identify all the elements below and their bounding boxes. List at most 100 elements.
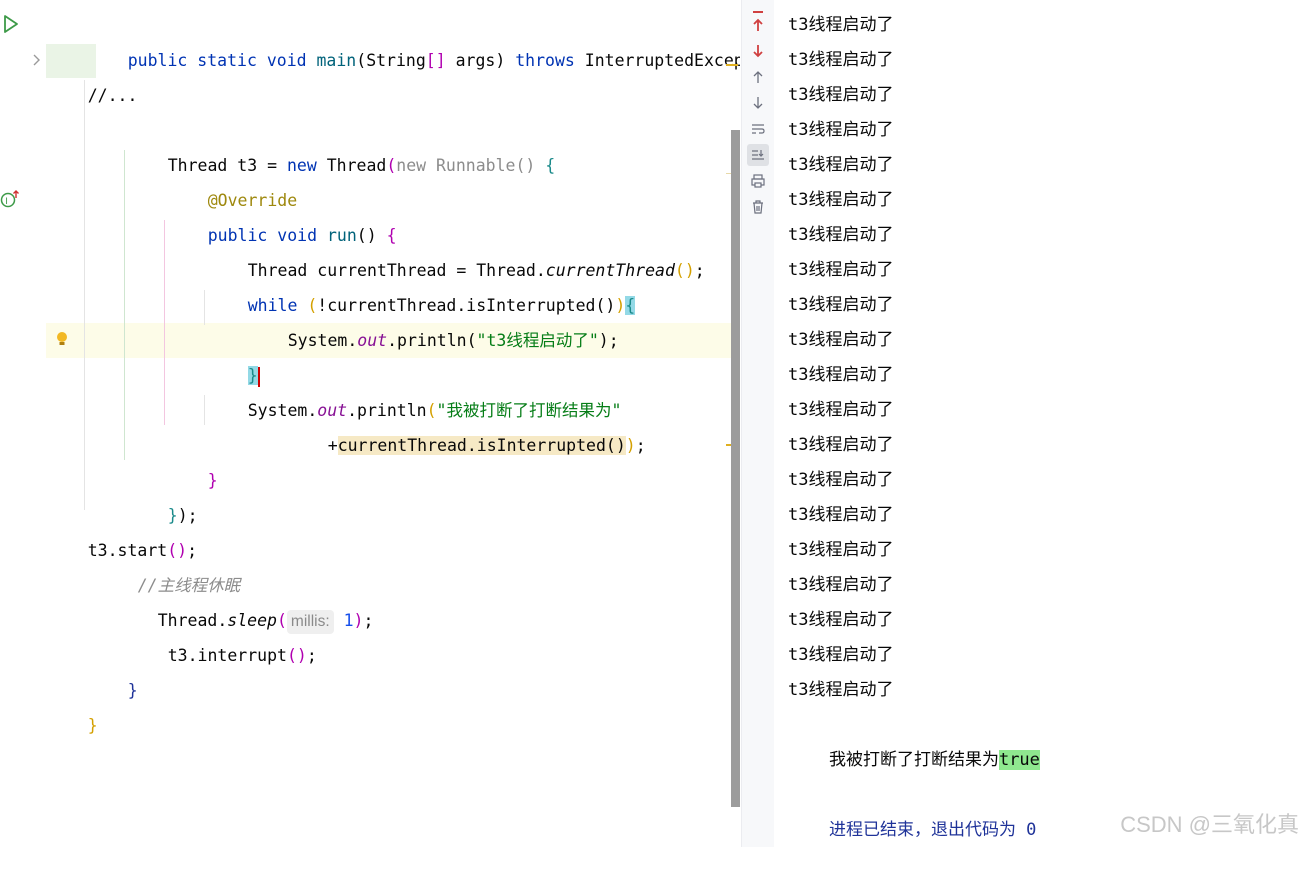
code-token: ) xyxy=(353,611,364,630)
console-line: t3线程启动了 xyxy=(788,365,894,385)
code-line-interrupt: t3.interrupt(); xyxy=(128,603,317,665)
code-token: out xyxy=(357,331,388,350)
code-line-sleep: Thread.sleep(millis: 1); xyxy=(118,568,373,634)
code-token: System. xyxy=(287,331,358,350)
console-line: t3线程启动了 xyxy=(788,190,894,210)
code-token: { xyxy=(545,156,556,175)
console-line: t3线程启动了 xyxy=(788,470,894,490)
console-line: t3线程启动了 xyxy=(788,505,894,525)
code-token: ) xyxy=(495,51,506,70)
code-token: () xyxy=(286,646,307,665)
console-line: t3线程启动了 xyxy=(788,15,894,35)
editor-scrollbar[interactable] xyxy=(731,130,740,807)
code-token: ); xyxy=(598,331,619,350)
console-line: t3线程启动了 xyxy=(788,85,894,105)
code-line-close-while: } xyxy=(208,323,260,387)
implements-icon[interactable]: I xyxy=(0,188,22,210)
indent-guide xyxy=(124,150,125,460)
code-token: .println( xyxy=(387,331,477,350)
console-line: t3线程启动了 xyxy=(788,295,894,315)
run-icon[interactable] xyxy=(2,14,20,34)
code-token: } xyxy=(87,716,98,735)
code-line-folded[interactable]: //... xyxy=(48,43,138,105)
code-token: ( xyxy=(356,51,367,70)
warning-marker[interactable] xyxy=(726,64,738,66)
code-line-close-main: } xyxy=(88,638,138,700)
indent-guide xyxy=(204,290,205,325)
console-line: t3线程启动了 xyxy=(788,680,894,700)
code-token: } xyxy=(127,681,138,700)
watermark: CSDN @三氧化真 xyxy=(1120,812,1299,837)
code-token: ; xyxy=(694,261,705,280)
code-token: args xyxy=(445,51,496,70)
code-line-start: t3.start(); xyxy=(48,498,197,560)
run-console[interactable]: t3线程启动了 t3线程启动了 t3线程启动了 t3线程启动了 t3线程启动了 t3线程启… xyxy=(774,0,1305,847)
console-line: t3线程启动了 xyxy=(788,610,894,630)
console-line: t3线程启动了 xyxy=(788,400,894,420)
code-token: Thread xyxy=(316,156,387,175)
scroll-down-icon[interactable] xyxy=(747,92,769,114)
clear-icon[interactable] xyxy=(747,196,769,218)
code-token: 1 xyxy=(333,611,354,630)
code-line-while: while (!currentThread.isInterrupted()){ xyxy=(208,253,636,315)
code-token: //... xyxy=(87,86,138,105)
console-exit-line: 进程已结束，退出代码为 0 xyxy=(788,778,1036,840)
console-line: t3线程启动了 xyxy=(788,645,894,665)
print-icon[interactable] xyxy=(747,170,769,192)
console-text: 进程已结束，退出代码为 0 xyxy=(828,820,1037,840)
scroll-to-end-icon[interactable] xyxy=(747,144,769,166)
code-token: ; xyxy=(306,646,317,665)
code-line-concat: +currentThread.isInterrupted()); xyxy=(288,393,646,455)
code-line-println-loop: System.out.println("t3线程启动了"); xyxy=(248,288,619,350)
code-token: new Runnable() xyxy=(396,156,546,175)
console-result-line: 我被打断了打断结果为true xyxy=(788,708,1040,770)
code-token: { xyxy=(625,296,636,315)
code-token: } xyxy=(207,471,218,490)
code-line-close-run: } xyxy=(168,428,218,490)
code-token: [] xyxy=(425,51,446,70)
code-line-current-thread: Thread currentThread = Thread.currentThr… xyxy=(208,218,705,280)
console-line: t3线程启动了 xyxy=(788,155,894,175)
fold-expand-icon[interactable] xyxy=(30,52,42,68)
next-error-icon[interactable] xyxy=(747,40,769,62)
code-line-close-runnable: }); xyxy=(128,463,198,525)
code-line-override: @Override xyxy=(168,148,297,210)
code-token: t3.interrupt xyxy=(167,646,287,665)
code-token: ; xyxy=(635,436,646,455)
console-line: t3线程启动了 xyxy=(788,330,894,350)
code-token: main xyxy=(316,51,357,70)
console-line: t3线程启动了 xyxy=(788,575,894,595)
code-line-run: public void run() { xyxy=(168,183,397,245)
code-token: ( xyxy=(386,156,397,175)
code-token: InterruptedExceptio xyxy=(584,51,740,70)
indent-guide xyxy=(84,80,85,510)
console-line: t3线程启动了 xyxy=(788,260,894,280)
console-line: t3线程启动了 xyxy=(788,50,894,70)
soft-wrap-icon[interactable] xyxy=(747,118,769,140)
console-toolbar xyxy=(741,0,775,847)
code-token: throws xyxy=(505,51,585,70)
code-editor[interactable]: public static void main(String[] args) t… xyxy=(46,0,740,847)
code-line-main-signature: public static void main(String[] args) t… xyxy=(88,8,740,70)
code-line-thread-decl: Thread t3 = new Thread(new Runnable() { xyxy=(128,113,555,175)
code-line-println-result: System.out.println("我被打断了打断结果为" xyxy=(208,358,622,420)
code-token: ) xyxy=(625,436,636,455)
code-token: () xyxy=(674,261,695,280)
scroll-up-icon[interactable] xyxy=(747,66,769,88)
code-line-comment: //主线程休眠 xyxy=(98,533,240,595)
editor-gutter: I xyxy=(0,0,47,847)
svg-text:I: I xyxy=(5,197,8,207)
code-token: "t3线程启动了" xyxy=(476,331,599,350)
lightbulb-icon[interactable] xyxy=(54,330,70,350)
up-error-icon[interactable] xyxy=(747,14,769,36)
console-line: t3线程启动了 xyxy=(788,540,894,560)
code-line-close-class: } xyxy=(48,673,98,735)
code-token: ; xyxy=(363,611,374,630)
console-line: t3线程启动了 xyxy=(788,225,894,245)
code-token: currentThread.isInterrupted() xyxy=(337,436,626,455)
code-token: String xyxy=(366,51,426,70)
indent-guide xyxy=(204,395,205,425)
console-line: t3线程启动了 xyxy=(788,435,894,455)
console-result-value: true xyxy=(998,750,1040,770)
console-text: 我被打断了打断结果为 xyxy=(828,750,999,770)
